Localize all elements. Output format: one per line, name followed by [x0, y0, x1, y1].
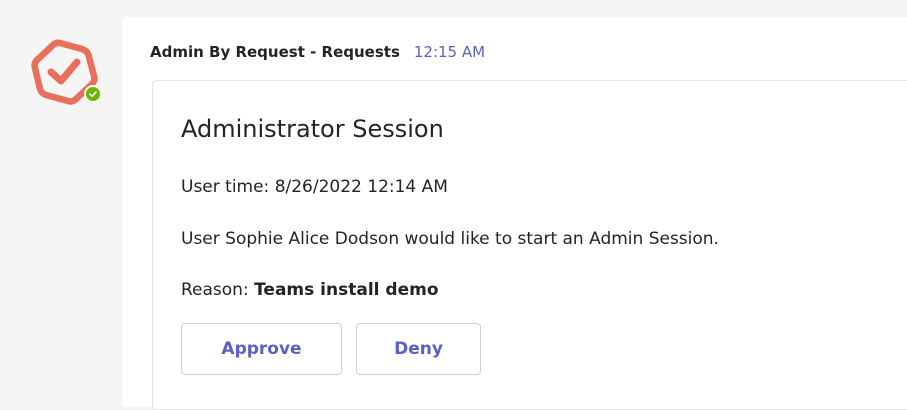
card-title: Administrator Session: [181, 115, 444, 143]
reason-value: Teams install demo: [254, 280, 439, 300]
adaptive-card: Administrator Session User time: 8/26/20…: [152, 80, 907, 410]
deny-button[interactable]: Deny: [356, 323, 481, 375]
chat-message: Admin By Request - Requests 12:15 AM Adm…: [122, 17, 907, 410]
sender-name[interactable]: Admin By Request - Requests: [150, 43, 400, 61]
request-description: User Sophie Alice Dodson would like to s…: [181, 229, 719, 249]
message-timestamp[interactable]: 12:15 AM: [414, 43, 485, 61]
reason-label: Reason:: [181, 280, 255, 300]
reason-text: Reason: Teams install demo: [181, 280, 439, 300]
bot-avatar[interactable]: [30, 38, 102, 106]
user-time-text: User time: 8/26/2022 12:14 AM: [181, 177, 448, 197]
approve-button[interactable]: Approve: [181, 323, 342, 375]
available-check-icon: [84, 85, 102, 103]
message-header: Admin By Request - Requests 12:15 AM: [150, 43, 485, 61]
